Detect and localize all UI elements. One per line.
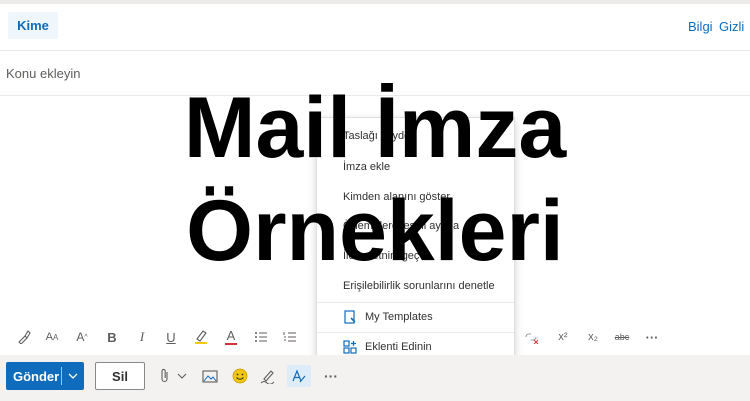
menu-item-my-templates[interactable]: My Templates: [365, 311, 433, 323]
bold-icon[interactable]: B: [102, 325, 122, 349]
menu-separator: [317, 332, 514, 333]
emoji-icon[interactable]: [230, 365, 250, 387]
link-remove-icon[interactable]: [521, 325, 541, 349]
discard-button[interactable]: Sil: [95, 362, 145, 390]
attach-icon[interactable]: [156, 365, 174, 387]
chevron-down-icon[interactable]: [62, 373, 84, 379]
menu-item-check-accessibility[interactable]: Erişilebilirlik sorunlarını denetle: [343, 280, 495, 292]
menu-item-get-add-ins[interactable]: Eklenti Edinin: [365, 341, 432, 353]
signature-icon[interactable]: [258, 365, 278, 387]
highlight-icon[interactable]: [191, 325, 211, 349]
to-button[interactable]: Kime: [8, 12, 58, 39]
formatting-icon[interactable]: [287, 365, 311, 387]
more-icon[interactable]: ···: [641, 325, 663, 349]
more-options-icon[interactable]: ···: [320, 365, 342, 387]
cc-link[interactable]: Bilgi: [688, 19, 713, 34]
send-button-label: Gönder: [13, 368, 60, 384]
chevron-down-icon[interactable]: [175, 365, 189, 387]
send-button[interactable]: Gönder: [6, 362, 84, 390]
bcc-link[interactable]: Gizli: [719, 19, 744, 34]
subscript-icon[interactable]: x₂: [582, 325, 604, 349]
top-border: [0, 0, 750, 4]
overlay-title-line1: Mail İmza: [183, 80, 567, 176]
font-size-icon[interactable]: AA: [42, 325, 62, 349]
superscript-icon[interactable]: x²: [552, 325, 574, 349]
subject-input[interactable]: Konu ekleyin: [6, 66, 80, 81]
divider: [0, 50, 750, 51]
grow-font-icon[interactable]: A ^: [72, 325, 92, 349]
templates-icon: [343, 310, 357, 329]
underline-icon[interactable]: U: [161, 325, 181, 349]
format-painter-icon[interactable]: [14, 325, 34, 349]
italic-icon[interactable]: I: [132, 325, 152, 349]
bullets-icon[interactable]: [251, 325, 271, 349]
numbering-icon[interactable]: [280, 325, 300, 349]
strikethrough-icon[interactable]: abc: [610, 325, 634, 349]
overlay-title-line2: Örnekleri: [186, 183, 564, 279]
image-icon[interactable]: [200, 365, 220, 387]
menu-separator: [317, 302, 514, 303]
font-color-icon[interactable]: A: [221, 325, 241, 349]
